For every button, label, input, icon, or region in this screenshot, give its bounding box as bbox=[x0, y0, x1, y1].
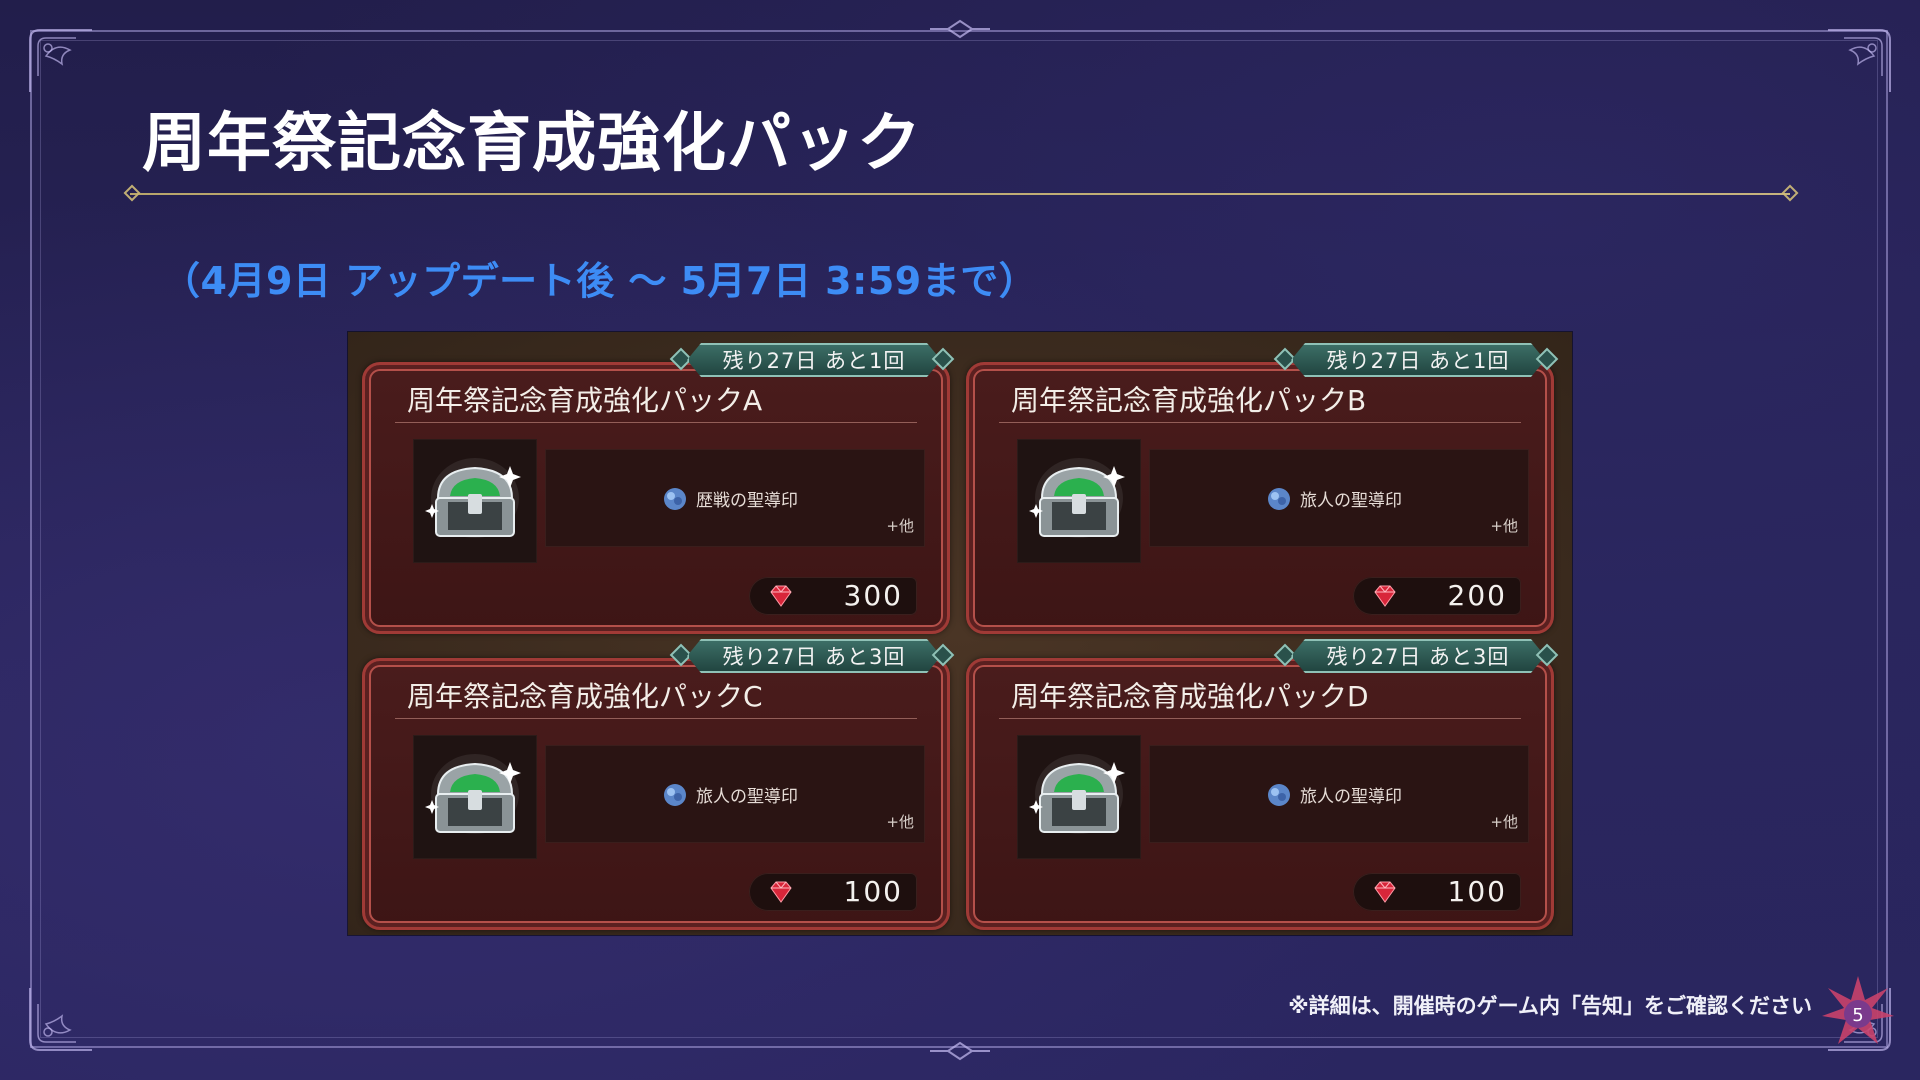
pack-contents: 歴戦の聖導印 +他 bbox=[545, 449, 925, 547]
item-name: 旅人の聖導印 bbox=[1300, 491, 1402, 511]
price-button[interactable]: 100 bbox=[1353, 873, 1521, 911]
pack-title: 周年祭記念育成強化パックC bbox=[407, 680, 763, 713]
frame-ornament-icon bbox=[930, 1041, 990, 1061]
pack-contents: 旅人の聖導印 +他 bbox=[1149, 449, 1529, 547]
item-more: +他 bbox=[1490, 517, 1518, 535]
gem-icon bbox=[770, 881, 792, 903]
item-name: 歴戦の聖導印 bbox=[696, 491, 798, 511]
treasure-chest-icon bbox=[1017, 439, 1141, 563]
pack-card-c[interactable]: 残り27日 あと3回 周年祭記念育成強化パックC 旅人の聖導印 +他 100 bbox=[362, 658, 955, 930]
seal-stone-icon bbox=[664, 784, 686, 806]
price-button[interactable]: 100 bbox=[749, 873, 917, 911]
pack-title: 周年祭記念育成強化パックA bbox=[407, 384, 763, 417]
treasure-chest-icon bbox=[413, 735, 537, 859]
seal-stone-icon bbox=[664, 488, 686, 510]
pack-contents: 旅人の聖導印 +他 bbox=[1149, 745, 1529, 843]
treasure-chest-icon bbox=[413, 439, 537, 563]
page-title: 周年祭記念育成強化パック bbox=[142, 107, 922, 181]
remaining-badge: 残り27日 あと3回 bbox=[1291, 639, 1545, 673]
seal-stone-icon bbox=[1268, 784, 1290, 806]
pack-card-b[interactable]: 残り27日 あと1回 周年祭記念育成強化パックB 旅人の聖導印 +他 200 bbox=[966, 362, 1559, 634]
pack-divider bbox=[395, 422, 917, 423]
remaining-badge: 残り27日 あと1回 bbox=[1291, 343, 1545, 377]
pack-title: 周年祭記念育成強化パックB bbox=[1011, 384, 1367, 417]
pack-card-d[interactable]: 残り27日 あと3回 周年祭記念育成強化パックD 旅人の聖導印 +他 100 bbox=[966, 658, 1559, 930]
pack-contents: 旅人の聖導印 +他 bbox=[545, 745, 925, 843]
shop-screenshot: 残り27日 あと1回 周年祭記念育成強化パックA 歴戦の聖導印 +他 300 残… bbox=[348, 332, 1572, 935]
pack-divider bbox=[999, 718, 1521, 719]
item-name: 旅人の聖導印 bbox=[696, 787, 798, 807]
item-more: +他 bbox=[886, 517, 914, 535]
pack-title: 周年祭記念育成強化パックD bbox=[1011, 680, 1369, 713]
price-value: 100 bbox=[843, 875, 903, 908]
sale-period: （4月9日 アップデート後 〜 5月7日 3:59まで） bbox=[162, 259, 1038, 303]
price-button[interactable]: 200 bbox=[1353, 577, 1521, 615]
corner-ornament-icon bbox=[26, 984, 96, 1054]
page-number: 5 bbox=[1852, 1005, 1864, 1026]
frame-ornament-icon bbox=[930, 19, 990, 39]
corner-ornament-icon bbox=[26, 26, 96, 96]
price-value: 100 bbox=[1447, 875, 1507, 908]
gem-icon bbox=[1374, 585, 1396, 607]
price-button[interactable]: 300 bbox=[749, 577, 917, 615]
remaining-badge: 残り27日 あと1回 bbox=[687, 343, 941, 377]
seal-stone-icon bbox=[1268, 488, 1290, 510]
gem-icon bbox=[770, 585, 792, 607]
footnote: ※詳細は、開催時のゲーム内「告知」をご確認ください bbox=[1288, 994, 1812, 1018]
pack-divider bbox=[395, 718, 917, 719]
pack-card-a[interactable]: 残り27日 あと1回 周年祭記念育成強化パックA 歴戦の聖導印 +他 300 bbox=[362, 362, 955, 634]
price-value: 300 bbox=[843, 579, 903, 612]
corner-ornament-icon bbox=[1824, 26, 1894, 96]
pack-divider bbox=[999, 422, 1521, 423]
item-more: +他 bbox=[1490, 813, 1518, 831]
price-value: 200 bbox=[1447, 579, 1507, 612]
treasure-chest-icon bbox=[1017, 735, 1141, 859]
title-divider bbox=[130, 193, 1790, 195]
remaining-badge: 残り27日 あと3回 bbox=[687, 639, 941, 673]
item-name: 旅人の聖導印 bbox=[1300, 787, 1402, 807]
item-more: +他 bbox=[886, 813, 914, 831]
gem-icon bbox=[1374, 881, 1396, 903]
